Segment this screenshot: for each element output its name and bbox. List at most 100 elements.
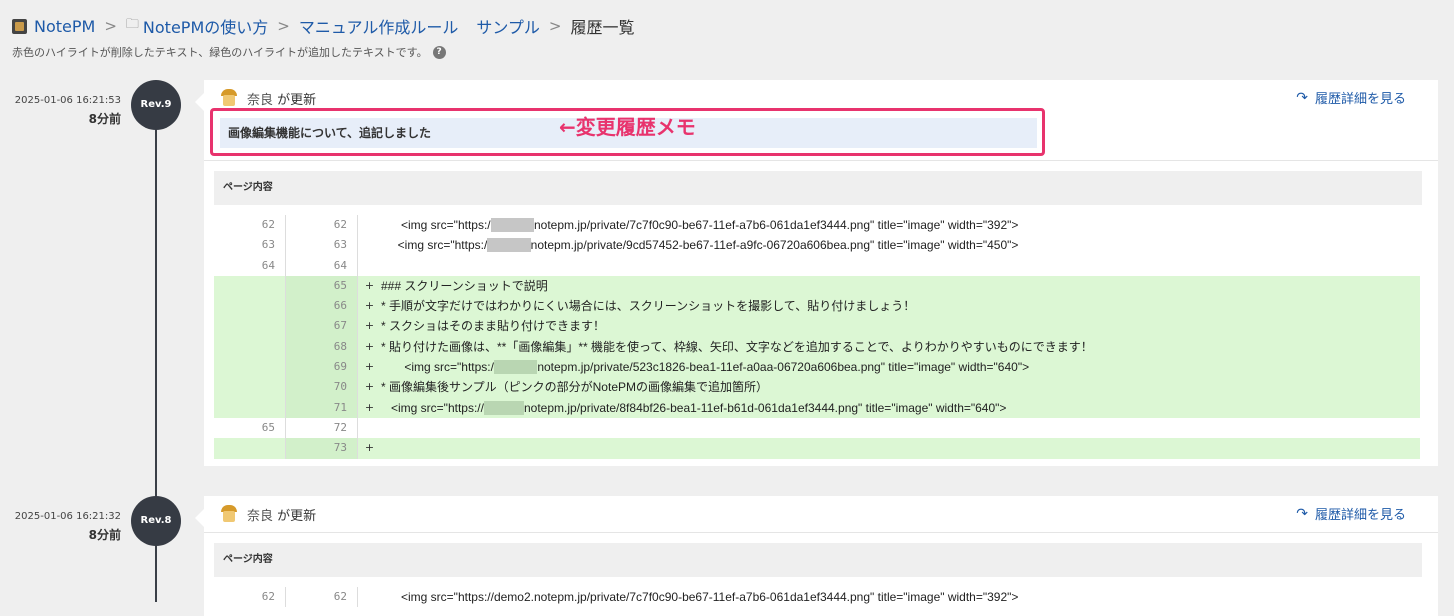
section-title: ページ内容 bbox=[214, 171, 1422, 205]
chevron-right-icon: > bbox=[104, 17, 117, 35]
history-detail-label: 履歴詳細を見る bbox=[1314, 92, 1406, 107]
breadcrumb-category-link[interactable]: マニュアル作成ルール bbox=[299, 14, 459, 38]
revision-timestamp: 2025-01-06 16:21:53 bbox=[14, 95, 121, 106]
redacted-domain: demo2. bbox=[483, 400, 524, 415]
user-avatar-icon bbox=[220, 505, 238, 523]
diff-row-added: 73 + bbox=[214, 438, 1420, 459]
diff-marker bbox=[358, 256, 381, 276]
diff-row-added: 69 + <img src="https://demo2.notepm.jp/pr… bbox=[214, 357, 1420, 378]
memo-annotation: ←変更履歴メモ bbox=[559, 115, 696, 139]
diff-old-line-number bbox=[214, 438, 286, 459]
history-detail-link[interactable]: ↷ 履歴詳細を見る bbox=[1296, 504, 1406, 524]
breadcrumb-current: 履歴一覧 bbox=[570, 18, 635, 37]
author-name[interactable]: 奈良 bbox=[247, 93, 273, 108]
diff-code: <img src="https://demo2.notepm.jp/privat… bbox=[381, 235, 1420, 255]
diff-marker: + bbox=[364, 339, 375, 353]
diff-code: * 貼り付けた画像は、**「画像編集」** 機能を使って、枠線、矢印、文字などを… bbox=[381, 337, 1420, 357]
revision-meta: 2025-01-06 16:21:32 8分前 bbox=[0, 511, 121, 543]
diff-hint-text: 赤色のハイライトが削除したテキスト、緑色のハイライトが追加したテキストです。 bbox=[12, 46, 428, 59]
diff-row-added: 65 + ### スクリーンショットで説明 bbox=[214, 275, 1420, 297]
diff-table: 6262 <img src="https://demo2.notepm.jp/p… bbox=[214, 587, 1420, 608]
diff-marker bbox=[358, 587, 381, 607]
diff-marker: + bbox=[364, 278, 375, 292]
diff-code: <img src="https://demo2.notepm.jp/privat… bbox=[381, 357, 1420, 377]
chevron-right-icon: > bbox=[277, 17, 290, 35]
revision-card: 奈良 が更新 ↷ 履歴詳細を見る ページ内容 62 62 <img src="ht… bbox=[195, 496, 1438, 616]
diff-code-text: * 画像編集後サンプル（ピンクの部分がNotePMの画像編集で追加箇所） bbox=[381, 380, 768, 395]
diff-row: 65 72 bbox=[214, 417, 1420, 439]
folder-icon: 🗀 bbox=[125, 17, 139, 32]
diff-marker: + bbox=[364, 319, 375, 333]
breadcrumb-page-link[interactable]: サンプル bbox=[476, 14, 540, 38]
question-icon[interactable]: ? bbox=[432, 45, 446, 59]
diff-new-line-number: 64 bbox=[286, 255, 358, 276]
redacted-domain: /demo2. bbox=[490, 218, 534, 232]
section-title: ページ内容 bbox=[214, 543, 1422, 577]
chevron-right-icon: > bbox=[548, 17, 562, 35]
revision-card: 奈良 が更新 ↷ 履歴詳細を見る 画像編集機能について、追記しました ←変更履歴… bbox=[195, 80, 1438, 466]
diff-old-line-number: 64 bbox=[214, 255, 286, 276]
diff-old-line-number bbox=[214, 377, 286, 398]
diff-row: 6262 <img src="https://demo2.notepm.jp/p… bbox=[214, 215, 1420, 236]
diff-code-text: <img src="https:/ bbox=[381, 218, 491, 232]
diff-code-text: * 手順が文字だけではわかりにくい場合には、スクリーンショットを撮影して、貼り付… bbox=[381, 299, 916, 314]
diff-code: <img src="https://demo2.notepm.jp/privat… bbox=[381, 215, 1420, 235]
diff-new-line-number: 69 bbox=[286, 357, 358, 378]
revision-ago: 8分前 bbox=[88, 112, 121, 126]
breadcrumb-folder-link[interactable]: NotePMの使い方 bbox=[143, 14, 268, 38]
diff-code-text: * 貼り付けた画像は、**「画像編集」** 機能を使って、枠線、矢印、文字などを… bbox=[381, 339, 1093, 354]
diff-row-added: 71 + <img src="https://demo2.notepm.jp/pr… bbox=[214, 397, 1420, 418]
diff-row: 64 64 bbox=[214, 255, 1420, 276]
diff-old-line-number: 65 bbox=[214, 417, 286, 439]
diff-new-line-number: 62 bbox=[286, 215, 358, 236]
diff-old-line-number bbox=[214, 275, 286, 297]
revision-header: 奈良 が更新 ↷ 履歴詳細を見る bbox=[204, 496, 1438, 532]
diff-code-text: notepm.jp/private/7c7f0c90-be67-11ef-a7b… bbox=[534, 218, 1019, 232]
redacted-domain: /demo2. bbox=[493, 360, 538, 375]
diff-code-text: <img src="https:/ bbox=[381, 360, 494, 375]
divider bbox=[204, 160, 1438, 161]
diff-row-added: 66 + * 手順が文字だけではわかりにくい場合には、スクリーンショットを撮影して、… bbox=[214, 296, 1420, 317]
diff-old-line-number: 63 bbox=[214, 235, 286, 256]
diff-code-text: notepm.jp/private/9cd57452-be67-11ef-a9f… bbox=[530, 238, 1019, 253]
history-detail-label: 履歴詳細を見る bbox=[1314, 508, 1406, 523]
history-detail-link[interactable]: ↷ 履歴詳細を見る bbox=[1296, 88, 1406, 108]
diff-marker: + bbox=[364, 360, 375, 374]
diff-new-line-number: 73 bbox=[286, 438, 358, 459]
diff-old-line-number: 62 bbox=[214, 215, 286, 236]
diff-row: 6363 <img src="https://demo2.notepm.jp/p… bbox=[214, 235, 1420, 256]
diff-marker bbox=[358, 235, 381, 255]
diff-old-line-number bbox=[214, 336, 286, 358]
memo-area: 画像編集機能について、追記しました ←変更履歴メモ bbox=[204, 108, 1438, 160]
revision-author: 奈良 が更新 bbox=[247, 89, 316, 108]
diff-code: <img src="https://demo2.notepm.jp/privat… bbox=[381, 398, 1420, 418]
diff-marker: + bbox=[364, 380, 375, 394]
diff-new-line-number: 66 bbox=[286, 296, 358, 317]
diff-row: 6262 <img src="https://demo2.notepm.jp/p… bbox=[214, 587, 1420, 608]
breadcrumb-root-link[interactable]: NotePM bbox=[34, 17, 95, 36]
diff-code-text: notepm.jp/private/8f84bf26-bea1-11ef-b61… bbox=[524, 400, 1007, 415]
author-name[interactable]: 奈良 bbox=[247, 509, 273, 524]
breadcrumb: NotePM > 🗀 NotePMの使い方 > マニュアル作成ルール サンプル … bbox=[12, 14, 635, 38]
diff-new-line-number: 71 bbox=[286, 397, 358, 418]
diff-old-line-number bbox=[214, 316, 286, 337]
diff-old-line-number: 62 bbox=[214, 587, 286, 608]
diff-old-line-number bbox=[214, 397, 286, 418]
revision-meta: 2025-01-06 16:21:53 8分前 bbox=[0, 95, 121, 127]
user-avatar-icon bbox=[220, 89, 238, 107]
diff-code-text: notepm.jp/private/523c1826-bea1-11ef-a0a… bbox=[537, 360, 1030, 375]
diff-new-line-number: 63 bbox=[286, 235, 358, 256]
revision-author: 奈良 が更新 bbox=[247, 505, 316, 524]
diff-code-text: ### スクリーンショットで説明 bbox=[381, 278, 548, 293]
notepm-logo-icon bbox=[12, 18, 27, 34]
diff-code: * スクショはそのまま貼り付けできます！ bbox=[381, 316, 1420, 336]
revision-badge: Rev.8 bbox=[131, 496, 181, 546]
diff-code: * 手順が文字だけではわかりにくい場合には、スクリーンショットを撮影して、貼り付… bbox=[381, 296, 1420, 316]
share-arrow-icon: ↷ bbox=[1296, 89, 1308, 106]
diff-code bbox=[381, 256, 1420, 276]
diff-new-line-number: 68 bbox=[286, 336, 358, 358]
revision-badge: Rev.9 bbox=[131, 80, 181, 130]
diff-new-line-number: 70 bbox=[286, 377, 358, 398]
diff-code: <img src="https://demo2.notepm.jp/privat… bbox=[381, 587, 1420, 607]
diff-code: * 画像編集後サンプル（ピンクの部分がNotePMの画像編集で追加箇所） bbox=[381, 377, 1420, 397]
